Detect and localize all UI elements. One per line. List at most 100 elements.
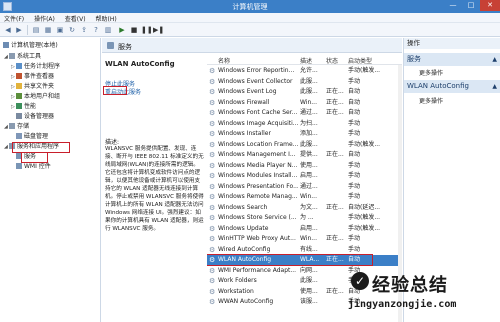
service-startup-type: 手动 (348, 235, 361, 242)
service-desc: 允许... (300, 67, 318, 74)
service-desc: Win... (300, 235, 317, 242)
service-desc: 通过... (300, 182, 318, 190)
service-row[interactable]: ⚙ WinHTTP Web Proxy Aut... Win... 正在... 手动 (207, 234, 402, 245)
close-button[interactable]: ✕ (480, 0, 500, 11)
service-row[interactable]: ⚙ Windows Update 启用... 手动(触发... (207, 224, 402, 235)
service-row[interactable]: ⚙ Windows Font Cache Ser... 通过... 正在... 自动 (207, 108, 402, 119)
watermark-url: jingyanzongjie.com (348, 299, 457, 310)
export-icon[interactable]: ⇪ (79, 25, 89, 35)
column-name[interactable]: 名称 (218, 56, 230, 65)
service-row[interactable]: ⚙ Windows Event Collector 此服... 手动 (207, 77, 402, 88)
service-desc: 为扫... (300, 119, 318, 127)
column-description[interactable]: 描述 (300, 56, 312, 65)
service-status: 正在... (326, 151, 344, 158)
tree-system-tools[interactable]: ◢ 系统工具 (4, 52, 41, 61)
service-row[interactable]: ⚙ Windows Remote Manag... Win... 手动 (207, 192, 402, 203)
service-row[interactable]: ⚙ Windows Presentation Fo... 通过... 手动 (207, 182, 402, 193)
chevron-up-icon[interactable]: ▲ (492, 80, 497, 93)
service-name: Windows Media Player N... (218, 161, 298, 169)
service-startup-type: 自动 (348, 109, 361, 116)
column-status[interactable]: 状态 (326, 56, 338, 65)
tree-wmi[interactable]: WMI 控件 (16, 162, 51, 171)
service-row[interactable]: ⚙ Windows Installer 添加... 手动 (207, 129, 402, 140)
watermark-title: 经验总结 (372, 275, 448, 296)
service-name: Windows Update (218, 224, 269, 232)
users-icon (16, 93, 22, 99)
tree-device-manager[interactable]: 设备管理器 (16, 112, 54, 121)
service-startup-type: 手动(触发... (348, 67, 381, 74)
service-row[interactable]: ⚙ Windows Image Acquisiti... 为扫... 手动 (207, 119, 402, 130)
gear-icon: ⚙ (209, 98, 216, 107)
minimize-button[interactable]: — (444, 0, 462, 11)
gear-icon: ⚙ (209, 214, 216, 222)
restart-icon[interactable]: ▶❚ (153, 25, 164, 35)
help-icon[interactable]: ? (91, 25, 101, 35)
view-icon[interactable]: ▥ (103, 25, 113, 35)
service-name: Windows Event Log (218, 88, 277, 95)
more-actions-wlan[interactable]: 更多操作 (419, 96, 443, 105)
up-folder-icon[interactable]: ▤ (31, 25, 41, 35)
service-row[interactable]: ⚙ Windows Store Service (... 为 ... 手动(触发... (207, 213, 402, 224)
navigation-tree: 计算机管理(本地) ◢ 系统工具 ▷ 任务计划程序 ▷ 事件查看器 ▷ 共享文件夹 ▷ 本… (0, 38, 101, 322)
tree-event-viewer[interactable]: ▷ 事件查看器 (11, 72, 54, 81)
service-row[interactable]: ⚙ Windows Media Player N... 使用... 手动 (207, 161, 402, 172)
service-name: Windows Image Acquisiti... (218, 119, 298, 127)
maximize-button[interactable]: □ (462, 0, 480, 11)
service-row[interactable]: ⚙ Windows Error Reportin... 允许... 手动(触发... (207, 66, 402, 77)
service-desc: 为 ... (300, 214, 314, 221)
tree-disk-management[interactable]: 磁盘管理 (16, 132, 48, 141)
service-desc: 向网... (300, 266, 318, 274)
stop-icon[interactable]: ■ (129, 25, 139, 35)
menu-view[interactable]: 查看(V) (61, 13, 90, 23)
actions-section-wlan[interactable]: WLAN AutoConfig ▲ (404, 80, 500, 93)
services-list-header: 名称 描述 状态 启动类型 (207, 54, 402, 65)
menu-file[interactable]: 文件(F) (0, 13, 28, 23)
service-desc: 通过... (300, 109, 318, 116)
service-row[interactable]: ⚙ Windows Search 为文... 正在... 自动(延迟... (207, 203, 402, 214)
start-icon[interactable]: ▶ (117, 25, 127, 35)
tree-shared-folders[interactable]: ▷ 共享文件夹 (11, 82, 54, 91)
column-startup-type[interactable]: 启动类型 (348, 56, 372, 65)
gear-icon: ⚙ (209, 298, 216, 306)
tree-root[interactable]: 计算机管理(本地) (3, 41, 58, 50)
gear-icon: ⚙ (209, 203, 216, 212)
service-desc: Win... (300, 193, 317, 200)
service-row[interactable]: ⚙ Windows Modules Install... 启用... 手动 (207, 171, 402, 182)
properties-icon[interactable]: ▣ (55, 25, 65, 35)
service-name: Windows Remote Manag... (218, 193, 298, 200)
service-row[interactable]: ⚙ Windows Firewall Win... 正在... 自动 (207, 98, 402, 109)
back-icon[interactable]: ◀ (3, 25, 13, 35)
menu-bar: 文件(F) 操作(A) 查看(V) 帮助(H) (0, 13, 500, 23)
chevron-up-icon[interactable]: ▲ (492, 53, 497, 66)
service-desc: 此服... (300, 140, 318, 148)
actions-header: 操作 (404, 38, 500, 49)
service-desc: Win... (300, 98, 317, 106)
tree-task-scheduler[interactable]: ▷ 任务计划程序 (11, 62, 60, 71)
service-desc: 该服... (300, 298, 318, 305)
service-row[interactable]: ⚙ Windows Event Log 此服... 正在... 自动 (207, 87, 402, 98)
actions-section-services[interactable]: 服务 ▲ (404, 53, 500, 66)
more-actions-services[interactable]: 更多操作 (419, 68, 443, 77)
forward-icon[interactable]: ▶ (14, 25, 24, 35)
service-desc: 此服... (300, 277, 318, 284)
gear-icon: ⚙ (209, 266, 216, 275)
menu-action[interactable]: 操作(A) (30, 13, 59, 23)
menu-help[interactable]: 帮助(H) (92, 13, 121, 23)
pause-icon[interactable]: ❚❚ (141, 25, 153, 35)
service-name: WMI Performance Adapt... (218, 266, 297, 274)
refresh-icon[interactable]: ↻ (67, 25, 77, 35)
show-tree-icon[interactable]: ▦ (43, 25, 53, 35)
service-desc: 为文... (300, 203, 318, 211)
services-pane-header: 服务 (102, 38, 402, 53)
gear-icon: ⚙ (209, 130, 216, 138)
service-row[interactable]: ⚙ Windows Management I... 提供... 正在... 自动 (207, 150, 402, 161)
tree-local-users[interactable]: ▷ 本地用户和组 (11, 92, 60, 101)
tree-storage[interactable]: ◢ 存储 (4, 122, 29, 131)
service-name: Workstation (218, 287, 254, 295)
scheduler-icon (16, 63, 22, 69)
services-pane-title: 服务 (118, 43, 132, 51)
tree-performance[interactable]: ▷ 性能 (11, 102, 36, 111)
selected-service-name: WLAN AutoConfig (105, 60, 175, 68)
storage-icon (9, 123, 15, 129)
service-row[interactable]: ⚙ Windows Location Frame... 此服... 手动(触发... (207, 140, 402, 151)
